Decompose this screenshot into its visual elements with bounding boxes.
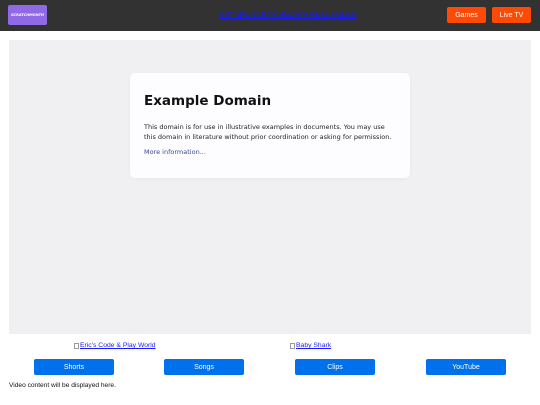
songs-button[interactable]: Songs	[164, 359, 244, 375]
promo-link[interactable]: GET NEW SCRATCHMONTH VIDEO ONLINE	[150, 0, 426, 31]
logo-text: SCRATCHMONTH	[10, 13, 45, 17]
live-tv-button[interactable]: Live TV	[492, 7, 531, 23]
video-status-text: Video content will be displayed here.	[9, 382, 116, 389]
youtube-button[interactable]: YouTube	[426, 359, 506, 375]
games-button[interactable]: Games	[447, 7, 486, 23]
example-domain-card: Example Domain This domain is for use in…	[130, 73, 410, 178]
broken-image-icon	[290, 342, 295, 349]
more-information-link[interactable]: More information...	[144, 148, 206, 156]
image-alt-text: Eric's Code & Play World	[80, 342, 156, 349]
clips-button[interactable]: Clips	[295, 359, 375, 375]
embedded-frame[interactable]: Example Domain This domain is for use in…	[9, 40, 531, 334]
erics-code-play-world-image-link[interactable]: Eric's Code & Play World	[74, 342, 156, 349]
page-title: Example Domain	[144, 93, 272, 109]
image-alt-text: Baby Shark	[296, 342, 332, 349]
description-text: This domain is for use in illustrative e…	[144, 123, 392, 141]
broken-image-icon	[74, 342, 79, 349]
baby-shark-image-link[interactable]: Baby Shark	[290, 342, 331, 349]
shorts-button[interactable]: Shorts	[34, 359, 114, 375]
site-logo[interactable]: SCRATCHMONTH	[8, 5, 47, 25]
top-bar: SCRATCHMONTH GET NEW SCRATCHMONTH VIDEO …	[0, 0, 540, 31]
